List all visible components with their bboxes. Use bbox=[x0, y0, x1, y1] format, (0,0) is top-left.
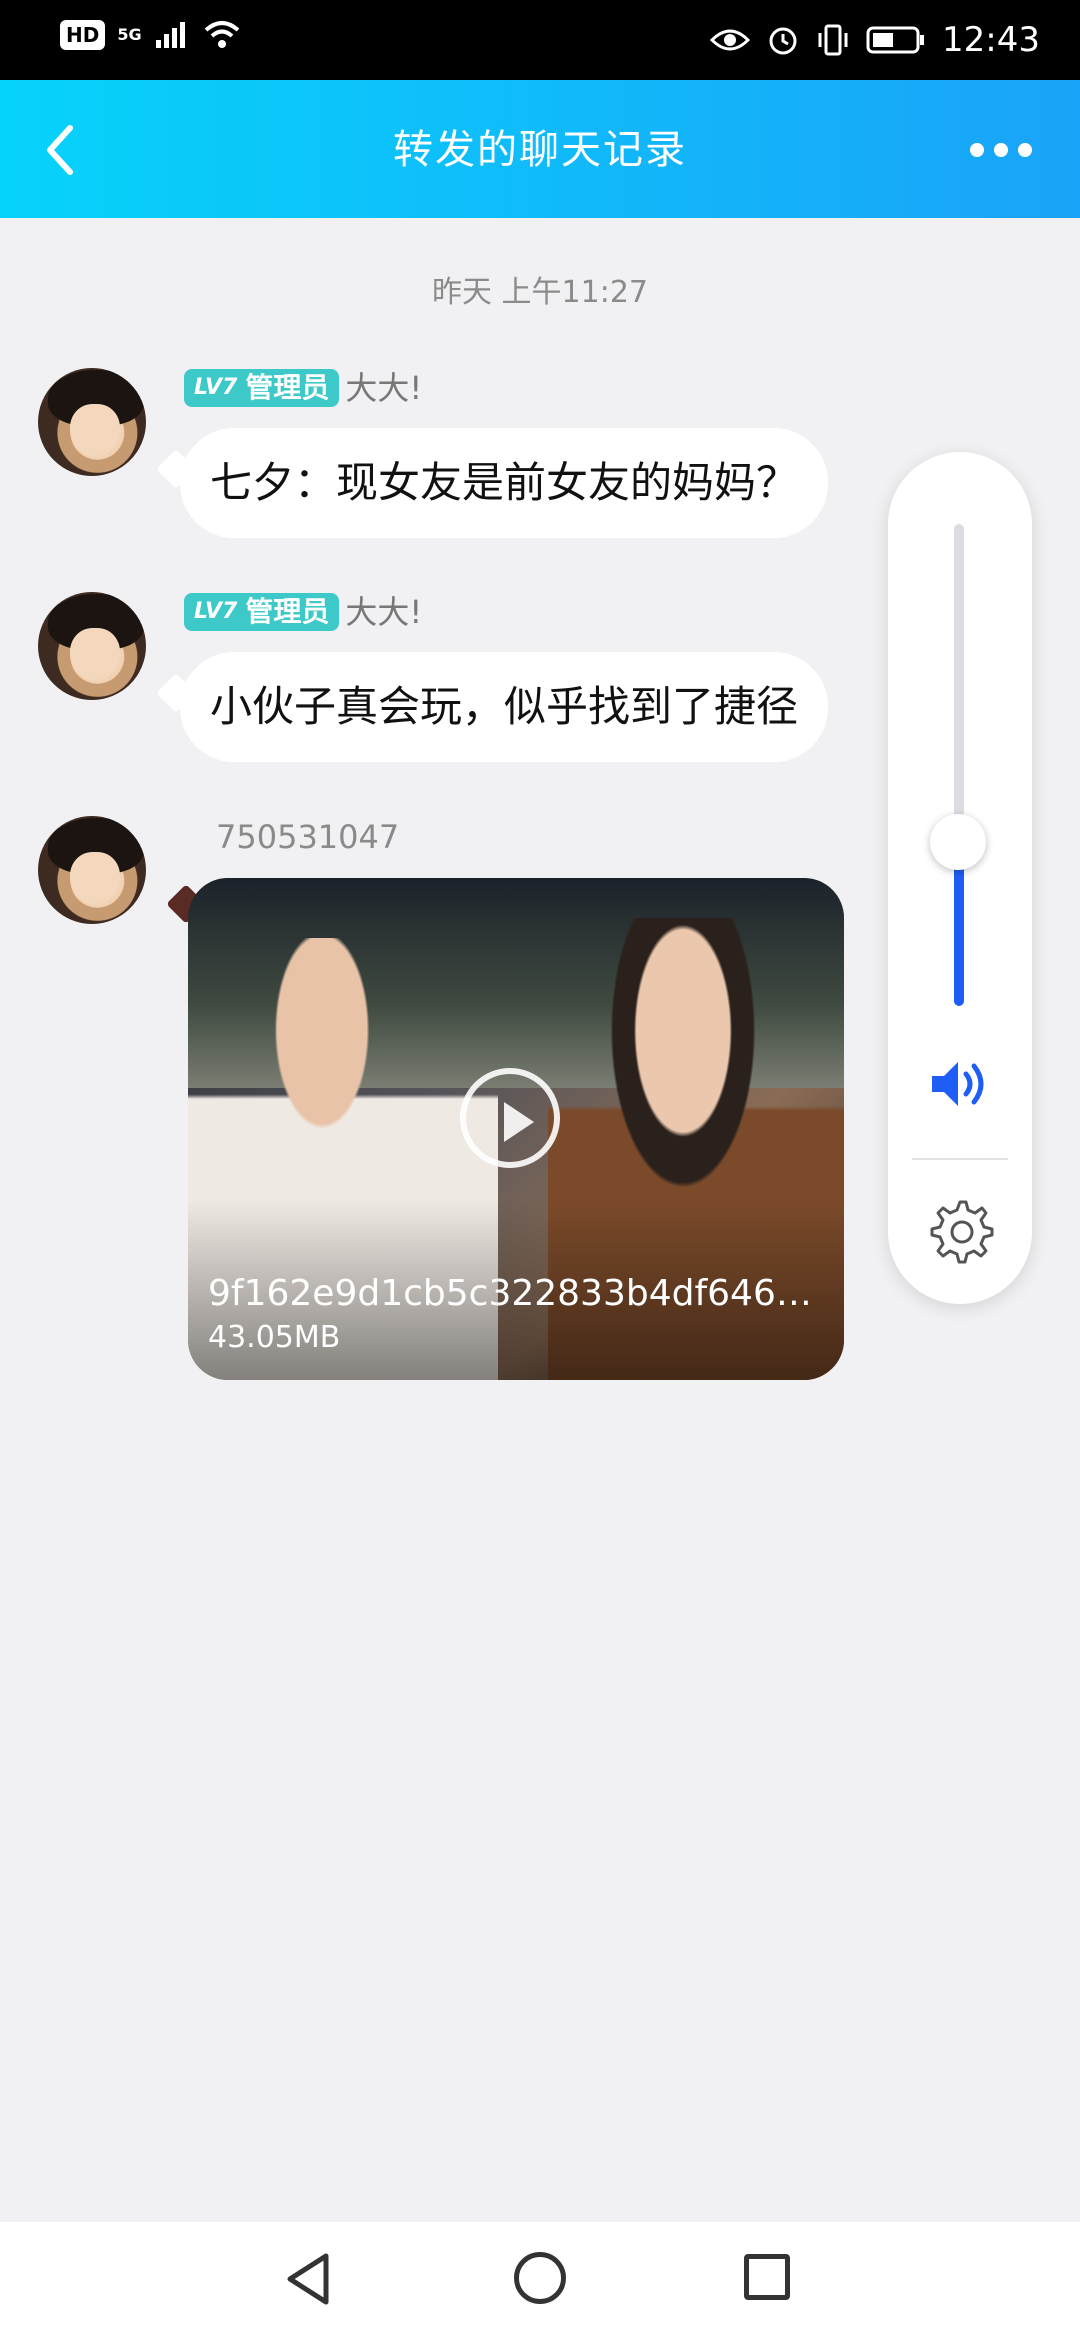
speaker-icon[interactable] bbox=[928, 1056, 992, 1112]
chat-timestamp: 昨天 上午11:27 bbox=[432, 275, 648, 310]
nav-home-icon[interactable] bbox=[514, 2252, 566, 2304]
clock: 12:43 bbox=[942, 20, 1040, 60]
badge-level: LV7 bbox=[194, 599, 238, 624]
sender-name: 750531047 bbox=[216, 818, 400, 856]
nav-recent-icon[interactable] bbox=[744, 2254, 790, 2300]
more-dots-icon[interactable] bbox=[970, 135, 1040, 165]
level-badge: LV7 管理员 bbox=[184, 593, 340, 631]
avatar-face bbox=[70, 628, 120, 680]
navigation-bar bbox=[0, 2222, 1080, 2340]
badge-role: 管理员 bbox=[245, 371, 330, 404]
status-left: HD 5G bbox=[60, 20, 242, 50]
badge-level: LV7 bbox=[194, 375, 238, 400]
gear-icon[interactable] bbox=[926, 1196, 994, 1264]
dot bbox=[1018, 143, 1032, 157]
avatar[interactable] bbox=[38, 592, 146, 700]
video-size: 43.05MB bbox=[208, 1320, 341, 1355]
video-filename: 9f162e9d1cb5c322833b4df646a9… bbox=[208, 1273, 824, 1314]
alarm-icon bbox=[769, 27, 797, 55]
badge-role: 管理员 bbox=[245, 595, 330, 628]
volume-panel bbox=[888, 452, 1032, 1304]
sender-name: 大大! bbox=[345, 593, 423, 631]
message-bubble[interactable]: 小伙子真会玩，似乎找到了捷径 bbox=[180, 652, 829, 762]
status-bar: HD 5G 12:43 bbox=[0, 0, 1080, 80]
page-title: 转发的聊天记录 bbox=[393, 127, 687, 173]
avatar-face bbox=[70, 852, 120, 904]
battery-icon bbox=[866, 26, 925, 54]
hd-badge: HD bbox=[60, 20, 106, 50]
avatar[interactable] bbox=[38, 816, 146, 924]
signal-icon bbox=[155, 22, 185, 48]
avatar[interactable] bbox=[38, 368, 146, 476]
play-icon[interactable] bbox=[460, 1068, 560, 1168]
status-right: 12:43 bbox=[710, 18, 1040, 62]
play-triangle bbox=[504, 1102, 534, 1142]
nav-back-icon[interactable] bbox=[282, 2250, 334, 2308]
sender-name: 大大! bbox=[345, 369, 423, 407]
message-bubble[interactable]: 七夕：现女友是前女友的妈妈？ bbox=[180, 428, 829, 538]
divider bbox=[912, 1158, 1008, 1160]
vibrate-icon bbox=[818, 24, 848, 56]
message-meta: LV7 管理员 大大! bbox=[184, 368, 422, 408]
title-bar: 转发的聊天记录 bbox=[0, 80, 1080, 218]
level-badge: LV7 管理员 bbox=[184, 369, 340, 407]
message-meta: LV7 管理员 大大! bbox=[184, 592, 422, 632]
dot bbox=[994, 143, 1008, 157]
eye-icon bbox=[710, 29, 751, 51]
video-message[interactable]: 9f162e9d1cb5c322833b4df646a9… 43.05MB bbox=[188, 878, 844, 1380]
dot bbox=[970, 143, 984, 157]
avatar-face bbox=[70, 404, 120, 456]
network-type: 5G bbox=[117, 25, 142, 44]
volume-slider-handle[interactable] bbox=[930, 814, 986, 870]
wifi-icon bbox=[204, 21, 239, 48]
